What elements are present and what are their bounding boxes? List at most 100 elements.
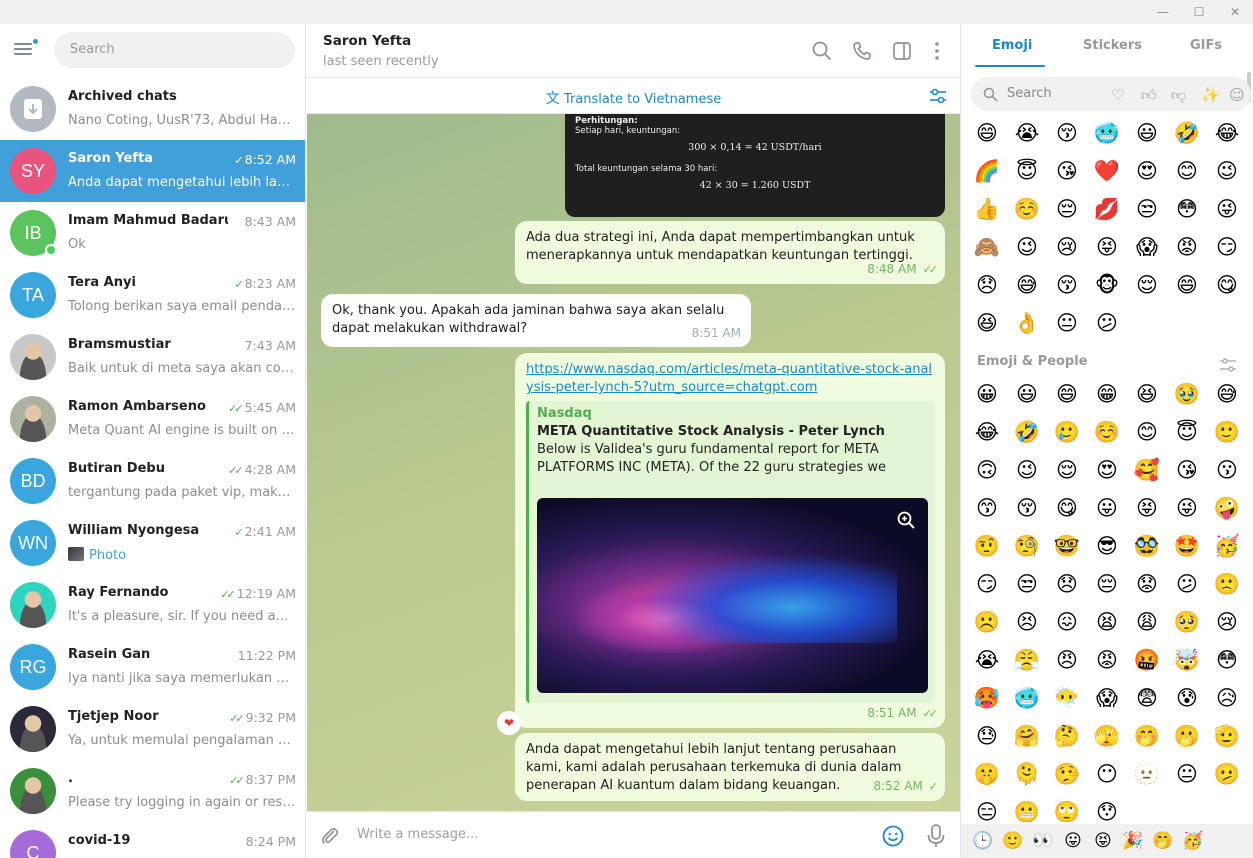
- emoji-button[interactable]: 🙃: [969, 452, 1005, 488]
- emoji-button[interactable]: 😚: [1049, 115, 1085, 151]
- emoji-button[interactable]: 😖: [1049, 604, 1085, 640]
- emoji-button[interactable]: 🤫: [969, 756, 1005, 792]
- emoji-button[interactable]: 🥸: [1129, 528, 1165, 564]
- emoji-button[interactable]: 😆: [1129, 376, 1165, 412]
- emoji-category-tab[interactable]: 🥳: [1179, 823, 1207, 858]
- emoji-button[interactable]: 😊: [1169, 153, 1205, 189]
- emoji-button[interactable]: 🥹: [1169, 376, 1205, 412]
- search-icon[interactable]: [811, 40, 833, 62]
- emoji-button[interactable]: 😰: [1169, 680, 1205, 716]
- sidebar-toggle-icon[interactable]: [891, 40, 913, 62]
- emoji-category-tab[interactable]: 🎉: [1119, 823, 1147, 858]
- emoji-button[interactable]: 🤔: [1049, 718, 1085, 754]
- chat-item[interactable]: RG Rasein Gan 11:22 PM Iya nanti jika saya …: [0, 636, 305, 698]
- emoji-button[interactable]: 👌: [1009, 305, 1045, 341]
- emoji-button[interactable]: 😭: [969, 642, 1005, 678]
- emoji-button[interactable]: ☺️: [1089, 414, 1125, 450]
- emoji-button[interactable]: 🤪: [1209, 490, 1245, 526]
- emoji-button[interactable]: 😞: [969, 267, 1005, 303]
- heart-reaction[interactable]: ❤: [497, 711, 521, 735]
- emoji-button[interactable]: 🥲: [1049, 414, 1085, 450]
- emoji-button[interactable]: 😅: [1009, 267, 1045, 303]
- thumbs-down-category-icon[interactable]: 👎︎: [1171, 86, 1186, 105]
- emoji-button[interactable]: 😣: [1009, 604, 1045, 640]
- emoji-button[interactable]: 😶‍🌫️: [1049, 680, 1085, 716]
- tab-gifs[interactable]: GIFs: [1190, 38, 1222, 53]
- translate-button[interactable]: 文 Translate to Vietnamese: [307, 88, 960, 108]
- emoji-button[interactable]: 😳: [1169, 191, 1205, 227]
- emoji-button[interactable]: 😄: [969, 115, 1005, 151]
- chat-item[interactable]: Ccovid-19 8:24 PM: [0, 822, 305, 858]
- party-category-icon[interactable]: ✨: [1201, 86, 1220, 104]
- emoji-button[interactable]: 😜: [1209, 191, 1245, 227]
- emoji-button[interactable]: 🧐: [1009, 528, 1045, 564]
- message-list[interactable]: Perhitungan: Setiap hari, keuntungan: 30…: [307, 114, 960, 811]
- heart-category-icon[interactable]: ♡: [1111, 86, 1124, 104]
- emoji-button[interactable]: 😚: [1009, 490, 1045, 526]
- emoji-button[interactable]: 🫡: [1209, 718, 1245, 754]
- emoji-button[interactable]: 😉: [1009, 229, 1045, 265]
- attach-icon[interactable]: [319, 825, 341, 847]
- emoji-button[interactable]: 😍: [1089, 452, 1125, 488]
- emoji-button[interactable]: 😱: [1129, 229, 1165, 265]
- emoji-icon[interactable]: [881, 824, 905, 848]
- emoji-button[interactable]: 😳: [1209, 642, 1245, 678]
- message-outgoing[interactable]: Anda dapat mengetahui lebih lanjut tenta…: [515, 733, 945, 801]
- emoji-button[interactable]: 😔: [1049, 191, 1085, 227]
- emoji-category-tab[interactable]: 😝: [1089, 823, 1117, 858]
- chat-item[interactable]: IBImam Mahmud Badaruddin8:43 AMOk: [0, 202, 305, 264]
- emoji-button[interactable]: 😌: [1049, 452, 1085, 488]
- emoji-button[interactable]: 😘: [1169, 452, 1205, 488]
- emoji-button[interactable]: 😋: [1209, 267, 1245, 303]
- close-window-button[interactable]: ✕: [1227, 4, 1243, 20]
- emoji-button[interactable]: 😎: [1089, 528, 1125, 564]
- emoji-button[interactable]: 😤: [1009, 642, 1045, 678]
- emoji-button[interactable]: 😡: [1089, 642, 1125, 678]
- emoji-button[interactable]: 😄: [1169, 267, 1205, 303]
- emoji-button[interactable]: 😔: [1089, 566, 1125, 602]
- zoom-icon[interactable]: [896, 510, 916, 530]
- emoji-button[interactable]: 😚: [1049, 267, 1085, 303]
- emoji-button[interactable]: 😱: [1089, 680, 1125, 716]
- emoji-button[interactable]: 😀: [969, 376, 1005, 412]
- chat-header[interactable]: Saron Yefta last seen recently: [307, 24, 960, 78]
- maximize-button[interactable]: ☐: [1191, 4, 1207, 20]
- microphone-icon[interactable]: [925, 823, 947, 849]
- emoji-button[interactable]: 😬: [1009, 794, 1045, 822]
- chat-item[interactable]: TA Tera Anyi ✓ 8:23 AM Tolong berikan saya e…: [0, 264, 305, 326]
- emoji-button[interactable]: 🌈: [969, 153, 1005, 189]
- emoji-button[interactable]: 😒: [1009, 566, 1045, 602]
- emoji-button[interactable]: 😏: [969, 566, 1005, 602]
- emoji-button[interactable]: 😊: [1129, 414, 1165, 450]
- chat-item[interactable]: . ✓✓ 8:37 PM Please try logging in again or…: [0, 760, 305, 822]
- more-options-icon[interactable]: [926, 40, 948, 62]
- emoji-button[interactable]: 😘: [1049, 153, 1085, 189]
- message-incoming[interactable]: Ok, thank you. Apakah ada jaminan bahwa …: [321, 294, 751, 347]
- emoji-button[interactable]: 😫: [1089, 604, 1125, 640]
- emoji-button[interactable]: 🥰: [1129, 452, 1165, 488]
- emoji-button[interactable]: 😍: [1129, 153, 1165, 189]
- emoji-button[interactable]: 😥: [1209, 680, 1245, 716]
- search-input[interactable]: Search: [54, 32, 295, 68]
- emoji-button[interactable]: 🥺: [1169, 604, 1205, 640]
- emoji-button[interactable]: 😡: [1169, 229, 1205, 265]
- emoji-button[interactable]: 😑: [969, 794, 1005, 822]
- emoji-button[interactable]: 😯: [1089, 794, 1125, 822]
- emoji-button[interactable]: 😟: [1129, 566, 1165, 602]
- emoji-category-tab[interactable]: 🕒: [969, 823, 997, 858]
- emoji-button[interactable]: 😐: [1169, 756, 1205, 792]
- emoji-button[interactable]: 🫥: [1129, 756, 1165, 792]
- calculation-image[interactable]: Perhitungan: Setiap hari, keuntungan: 30…: [565, 114, 945, 217]
- emoji-button[interactable]: 🫣: [1089, 718, 1125, 754]
- emoji-button[interactable]: ❤️: [1089, 153, 1125, 189]
- emoji-button[interactable]: 😕: [1169, 566, 1205, 602]
- chat-item[interactable]: Ramon Ambarseno ✓✓ 5:45 AM Meta Quant AI en…: [0, 388, 305, 450]
- phone-icon[interactable]: [851, 40, 873, 62]
- emoji-button[interactable]: 🙂: [1209, 414, 1245, 450]
- emoji-button[interactable]: 🤣: [1169, 115, 1205, 151]
- emoji-button[interactable]: 😭: [1009, 115, 1045, 151]
- chat-item[interactable]: Archived chats Nano Coting, UusR'73, Abdu…: [0, 78, 305, 140]
- emoji-button[interactable]: 🤗: [1009, 718, 1045, 754]
- emoji-search-input[interactable]: Search ♡ 👍︎ 👎︎ ✨ ☺: [971, 77, 1251, 111]
- emoji-button[interactable]: 😇: [1169, 414, 1205, 450]
